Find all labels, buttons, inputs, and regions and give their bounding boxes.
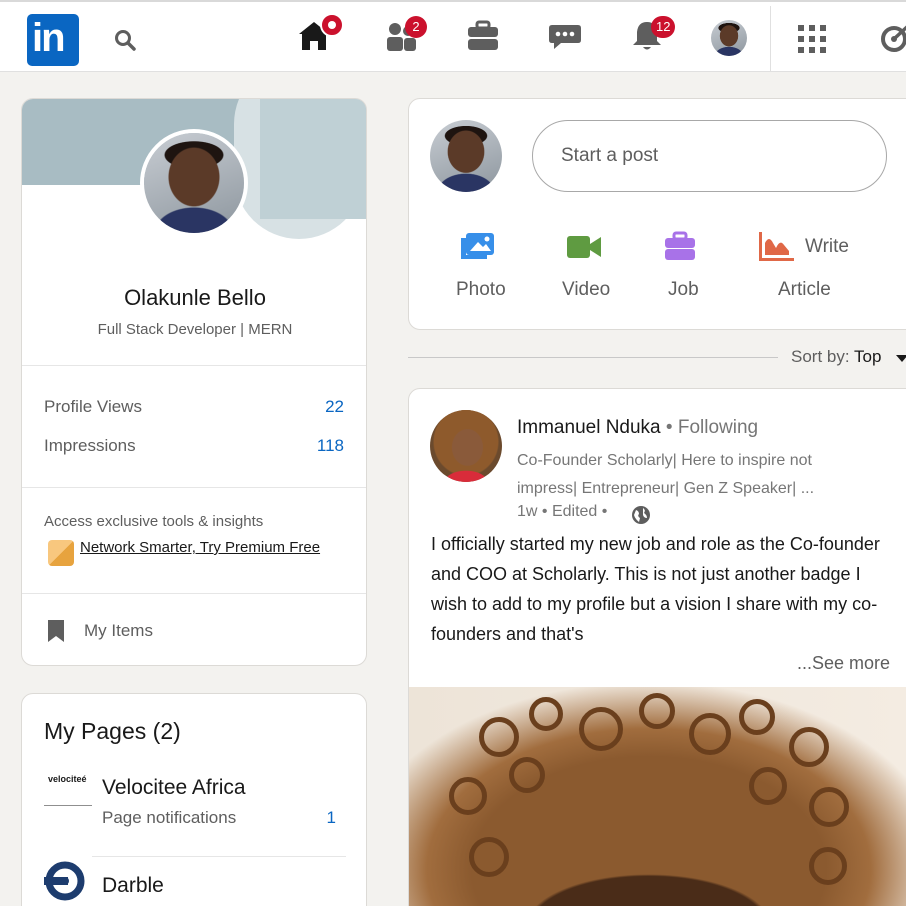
globe-icon (631, 505, 651, 530)
profile-avatar-photo (144, 133, 244, 233)
apps-grid-icon[interactable] (797, 24, 827, 59)
page-notifications-count: 1 (326, 808, 336, 827)
hair-curl (809, 847, 847, 885)
start-post-button[interactable]: Start a post (532, 120, 887, 192)
job-label[interactable]: Job (668, 279, 699, 301)
messaging-icon[interactable] (548, 19, 582, 58)
network-badge: 2 (405, 16, 427, 38)
profile-views-count[interactable]: 22 (325, 397, 344, 417)
linkedin-logo[interactable]: in (27, 14, 79, 66)
following-status: • Following (660, 417, 759, 438)
advertise-icon[interactable] (878, 22, 906, 61)
impressions-count[interactable]: 118 (317, 436, 344, 456)
top-navbar: in 2 12 (0, 0, 906, 72)
velocitee-logo-text: velociteé (48, 774, 87, 784)
photo-icon[interactable] (460, 231, 496, 266)
post-author-name[interactable]: Immanuel Nduka (517, 417, 661, 438)
hair-curl (469, 837, 509, 877)
my-items-link[interactable]: My Items (84, 621, 153, 641)
hair-curl (789, 727, 829, 767)
logo-text: in (32, 16, 66, 60)
share-box: Start a post Photo Video Job Write Artic… (408, 98, 906, 330)
article-icon[interactable] (758, 231, 795, 266)
video-label[interactable]: Video (562, 279, 610, 301)
banner-shape (260, 99, 366, 219)
notifications-badge: 12 (651, 16, 676, 38)
my-pages-card: My Pages (2) velociteé Velocitee Africa … (21, 693, 367, 906)
sort-divider (408, 357, 778, 358)
hair-curl (529, 697, 563, 731)
home-notification-dot (320, 13, 344, 37)
premium-promo-text: Access exclusive tools & insights (44, 513, 264, 530)
search-icon[interactable] (113, 28, 137, 57)
my-pages-title[interactable]: My Pages (2) (44, 718, 181, 745)
page-name-darble[interactable]: Darble (102, 874, 164, 898)
video-icon[interactable] (566, 235, 602, 264)
post-author-headline: Co-Founder Scholarly| Here to inspire no… (517, 452, 815, 497)
profile-avatar[interactable] (140, 129, 248, 237)
share-box-avatar-photo (430, 120, 502, 192)
profile-card: Olakunle Bello Full Stack Developer | ME… (21, 98, 367, 666)
briefcase-icon[interactable] (664, 231, 696, 266)
divider (22, 365, 366, 366)
post-author-avatar[interactable] (430, 410, 502, 482)
post-meta: 1w • Edited • (517, 503, 608, 520)
divider (92, 856, 346, 857)
share-box-avatar[interactable] (430, 120, 502, 192)
hair-curl (689, 713, 731, 755)
divider (22, 593, 366, 594)
sort-by-value: Top (854, 347, 882, 366)
profile-name[interactable]: Olakunle Bello (22, 285, 366, 311)
briefcase-icon[interactable] (466, 19, 500, 58)
me-avatar[interactable] (711, 20, 747, 56)
article-label[interactable]: Article (778, 279, 831, 301)
premium-icon (48, 540, 74, 566)
hair-curl (639, 693, 675, 729)
divider (22, 487, 366, 488)
velocitee-logo[interactable]: velociteé (44, 766, 92, 806)
hair-curl (479, 717, 519, 757)
premium-link[interactable]: Network Smarter, Try Premium Free (80, 539, 320, 556)
bookmark-icon (47, 619, 65, 648)
hair-curl (809, 787, 849, 827)
photo-label[interactable]: Photo (456, 279, 506, 301)
caret-down-icon[interactable] (896, 355, 906, 362)
sort-by-control[interactable]: Sort by: Top (791, 347, 881, 367)
hair-curl (749, 767, 787, 805)
sort-by-label: Sort by: (791, 347, 850, 366)
hair-curl (509, 757, 545, 793)
write-label[interactable]: Write (805, 236, 849, 258)
me-avatar-photo (711, 20, 747, 56)
profile-headline: Full Stack Developer | MERN (97, 321, 293, 338)
nav-divider (770, 6, 771, 72)
impressions-label[interactable]: Impressions (44, 436, 136, 456)
page-notifications-label[interactable]: Page notifications (102, 808, 236, 828)
feed-post: Immanuel Nduka • Following Co-Founder Sc… (408, 388, 906, 906)
post-image[interactable] (409, 687, 906, 906)
hair-curl (739, 699, 775, 735)
post-author-line: Immanuel Nduka • Following (517, 417, 758, 439)
see-more-link[interactable]: ...See more (797, 653, 890, 674)
darble-logo[interactable] (44, 860, 86, 906)
page-name-velocitee[interactable]: Velocitee Africa (102, 776, 246, 800)
hair-curl (579, 707, 623, 751)
post-body-text: I officially started my new job and role… (431, 534, 880, 644)
hair-curl (449, 777, 487, 815)
profile-views-label[interactable]: Profile Views (44, 397, 142, 417)
post-author-photo (430, 410, 502, 482)
